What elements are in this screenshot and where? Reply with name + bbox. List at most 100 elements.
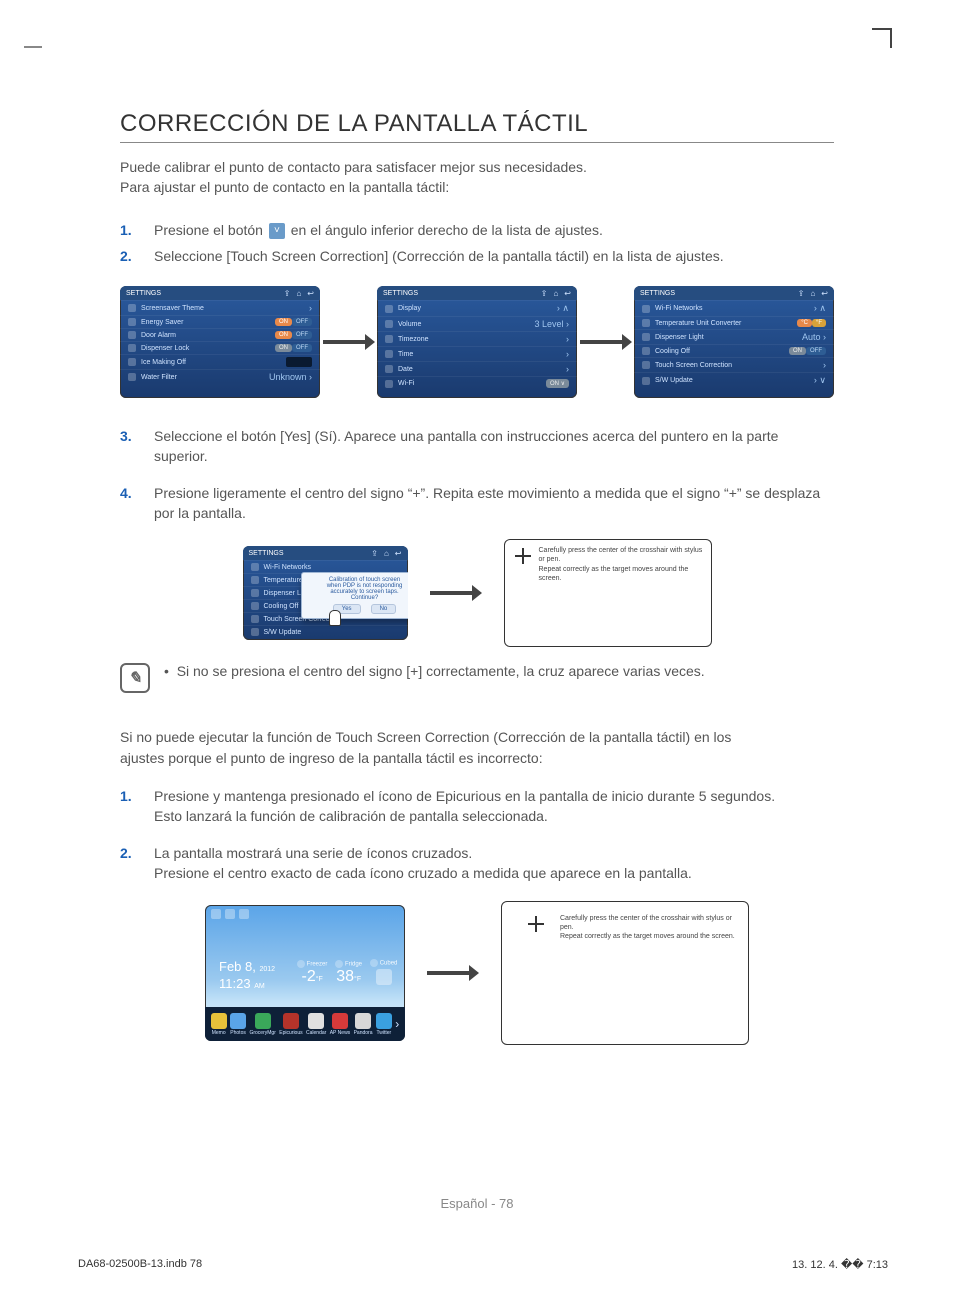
crosshair-target-icon[interactable] [528, 916, 544, 932]
toggle-off[interactable]: OFF [806, 347, 826, 355]
toggle-off[interactable]: OFF [292, 318, 312, 326]
cubed-label: Cubed [380, 961, 398, 967]
row-label[interactable]: Door Alarm [141, 332, 176, 339]
row-label[interactable]: Dispenser Light [655, 334, 704, 341]
unit-c-button[interactable]: °C [797, 319, 812, 327]
home-icon[interactable]: ⌂ [553, 289, 558, 298]
thermometer-icon [642, 319, 650, 327]
back-icon[interactable]: ↩ [307, 289, 314, 298]
app-icon [255, 1013, 271, 1029]
toggle-off[interactable]: OFF [292, 344, 312, 352]
home-icon[interactable]: ⌂ [810, 289, 815, 298]
step-line: Presione el centro exacto de cada ícono … [154, 865, 692, 881]
arrow-right-icon [427, 967, 479, 979]
row-label[interactable]: Time [398, 351, 413, 358]
toggle-on[interactable]: ON [275, 331, 292, 339]
row-label[interactable]: Water Filter [141, 374, 177, 381]
cubed-ice-icon[interactable] [376, 969, 392, 985]
app-label: Twitter [377, 1030, 392, 1036]
steps-set-b: 3. Seleccione el botón [Yes] (Sí). Apare… [120, 426, 834, 523]
app-epicurious[interactable]: Epicurious [279, 1013, 302, 1036]
app-photos[interactable]: Photos [230, 1013, 246, 1036]
row-label[interactable]: Timezone [398, 336, 428, 343]
para-line: Si no puede ejecutar la función de Touch… [120, 729, 731, 745]
status-icon [225, 909, 235, 919]
row-label[interactable]: Screensaver Theme [141, 305, 204, 312]
crosshair-target-icon[interactable] [515, 548, 531, 564]
calibration-screen-large[interactable]: Carefully press the center of the crossh… [501, 901, 749, 1045]
share-icon[interactable]: ⇪ [284, 289, 291, 298]
chevron-up-icon[interactable]: › ∧ [814, 303, 826, 314]
row-label[interactable]: Dispenser Lock [141, 345, 189, 352]
settings-panel-3: SETTINGS⇪⌂↩ Wi-Fi Networks› ∧ Temperatur… [634, 286, 834, 398]
row-label[interactable]: Ice Making Off [141, 359, 186, 366]
row-label[interactable]: Display [398, 305, 421, 312]
crop-mark-tl [24, 28, 42, 48]
chevron-right-icon[interactable]: › [823, 360, 826, 370]
freezer-temp: -2 [302, 968, 316, 985]
row-label[interactable]: Wi-Fi Networks [655, 305, 702, 312]
down-chevron-button[interactable]: ˅ [269, 223, 285, 239]
cooling-icon [642, 347, 650, 355]
row-label[interactable]: Volume [398, 321, 421, 328]
back-icon[interactable]: ↩ [821, 289, 828, 298]
intro-block: Puede calibrar el punto de contacto para… [120, 157, 834, 198]
chevron-down-icon[interactable]: › ∨ [814, 375, 826, 386]
dock-scroll-right-icon[interactable]: › [395, 1017, 399, 1031]
settings-panel-1: SETTINGS ⇪ ⌂ ↩ Screensaver Theme› Energy… [120, 286, 320, 398]
calibration-instruction-1: Carefully press the center of the crossh… [560, 914, 740, 932]
row-label[interactable]: Touch Screen Correction [655, 362, 732, 369]
step-number: 1. [120, 220, 136, 240]
no-button[interactable]: No [371, 604, 397, 614]
row-label[interactable]: Cooling Off [655, 348, 690, 355]
para-line: ajustes porque el punto de ingreso de la… [120, 750, 543, 766]
app-grocerymgr[interactable]: GroceryMgr [249, 1013, 275, 1036]
toggle-on[interactable]: ON [275, 318, 292, 326]
app-pandora[interactable]: Pandora [354, 1013, 373, 1036]
toggle-on[interactable]: ON [789, 347, 806, 355]
arrow-right-icon [323, 336, 375, 348]
home-time: 11:23 [219, 976, 254, 991]
chevron-up-icon[interactable]: › ∧ [557, 303, 569, 314]
back-icon[interactable]: ↩ [395, 549, 402, 558]
chevron-right-icon[interactable]: › [566, 334, 569, 344]
app-calendar[interactable]: Calendar [306, 1013, 326, 1036]
print-footer-right: 13. 12. 4. �� 7:13 [792, 1258, 888, 1271]
chevron-right-icon[interactable]: › [566, 364, 569, 374]
toggle-on[interactable]: ON [275, 344, 292, 352]
confirmation-dialog: Calibration of touch screen when PDP is … [301, 572, 408, 619]
app-ap news[interactable]: AP News [330, 1013, 350, 1036]
chevron-right-icon[interactable]: › [566, 349, 569, 359]
row-label[interactable]: Wi-Fi [398, 380, 414, 387]
home-icon[interactable]: ⌂ [296, 289, 301, 298]
row-label[interactable]: Temperature Unit Converter [655, 320, 741, 327]
row-label: Cooling Off [264, 603, 299, 610]
home-icon[interactable]: ⌂ [384, 549, 389, 558]
calibration-screen[interactable]: Carefully press the center of the crossh… [504, 539, 712, 647]
wifi-toggle[interactable]: ON ∨ [546, 379, 569, 388]
row-value[interactable]: 3 Level › [534, 319, 569, 329]
toggle-off[interactable]: OFF [292, 331, 312, 339]
row-label[interactable]: S/W Update [655, 377, 693, 384]
settings-panel-2: SETTINGS⇪⌂↩ Display› ∧ Volume3 Level › T… [377, 286, 577, 398]
share-icon[interactable]: ⇪ [541, 289, 548, 298]
arrow-right-icon [430, 587, 482, 599]
share-icon[interactable]: ⇪ [798, 289, 805, 298]
back-icon[interactable]: ↩ [564, 289, 571, 298]
app-memo[interactable]: Memo [211, 1013, 227, 1036]
step-1-post: en el ángulo inferior derecho de la list… [291, 222, 603, 238]
panel-header-icons: ⇪ ⌂ ↩ [284, 289, 314, 298]
row-value[interactable]: Auto › [802, 332, 826, 342]
row-label[interactable]: Energy Saver [141, 319, 183, 326]
app-icon [355, 1013, 371, 1029]
row-label: Temperature [264, 577, 303, 584]
print-footer-left: DA68-02500B-13.indb 78 [78, 1258, 202, 1271]
app-twitter[interactable]: Twitter [376, 1013, 392, 1036]
unit-f-button[interactable]: °F [812, 319, 826, 327]
app-label: Pandora [354, 1030, 373, 1036]
row-label: S/W Update [264, 629, 302, 636]
row-label[interactable]: Date [398, 366, 413, 373]
chevron-right-icon[interactable]: › [309, 303, 312, 313]
row-value[interactable]: Unknown › [269, 372, 312, 382]
share-icon[interactable]: ⇪ [371, 549, 378, 558]
